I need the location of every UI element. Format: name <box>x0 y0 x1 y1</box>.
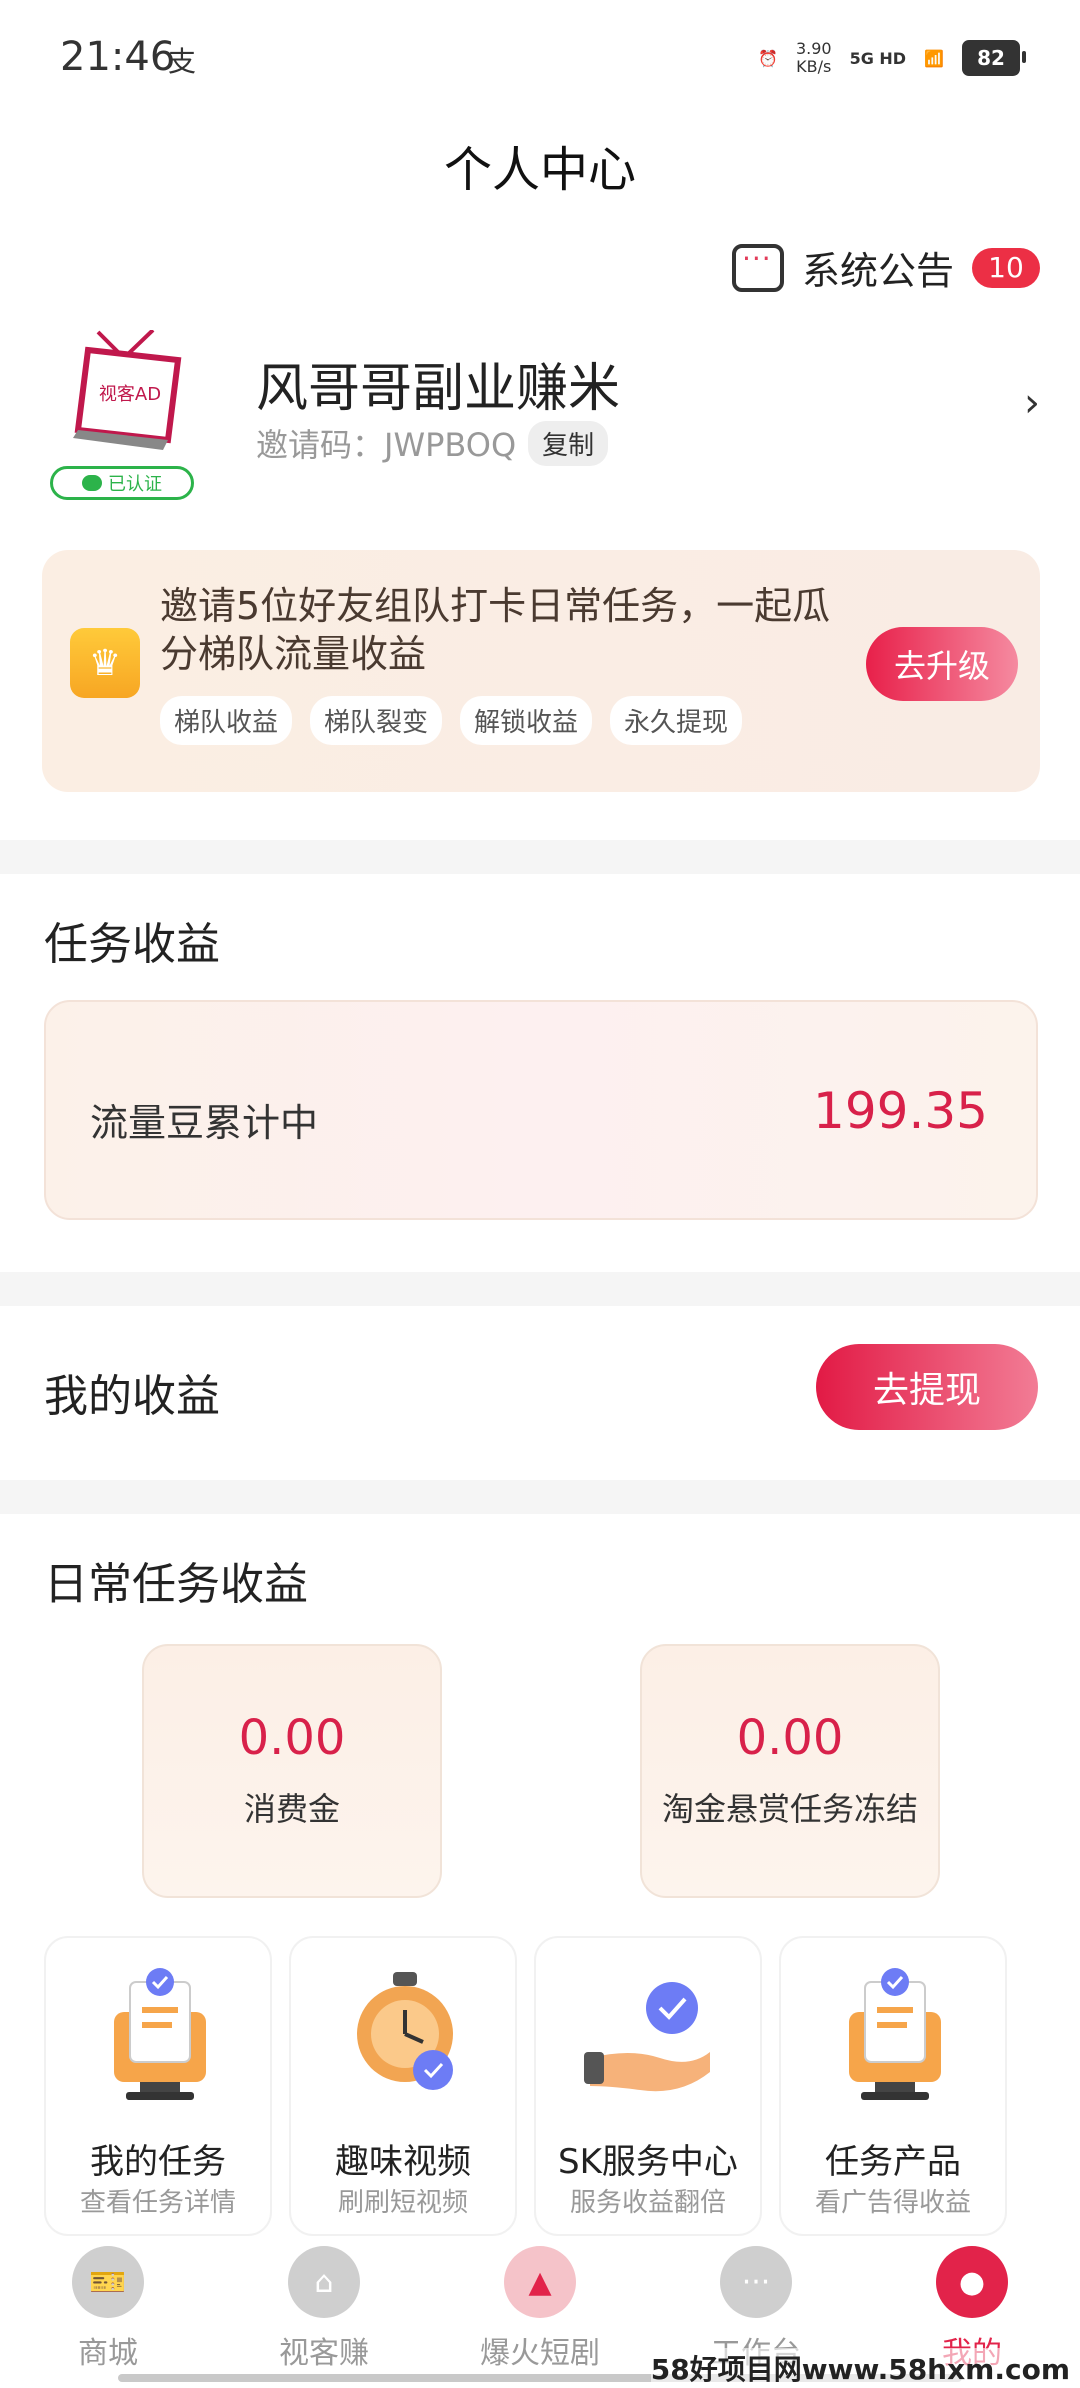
invite-row: 邀请码：JWPBOQ 复制 <box>256 420 609 466</box>
tile-title: 趣味视频 <box>335 2142 471 2182</box>
tile-sub: 刷刷短视频 <box>337 2188 468 2218</box>
clipboard-icon <box>849 1968 941 2100</box>
stat-value: 0.00 <box>736 1710 844 1766</box>
alarm-icon: ⏰ <box>758 48 778 68</box>
invite-code: 邀请码：JWPBOQ <box>256 426 517 464</box>
cap-icon: ⌂ <box>288 2246 360 2318</box>
username: 风哥哥副业赚米 <box>256 359 621 419</box>
tile-title: 我的任务 <box>90 2142 226 2182</box>
divider <box>0 1480 1080 1514</box>
page-title: 个人中心 <box>443 142 636 198</box>
divider <box>0 1272 1080 1306</box>
hand-check-icon <box>584 1982 710 2092</box>
nav-label: 商城 <box>78 2336 138 2371</box>
verified-badge: 已认证 <box>50 466 194 500</box>
tag: 梯队收益 <box>160 696 293 745</box>
daily-income-title: 日常任务收益 <box>44 1559 308 1610</box>
net-speed: 3.90 KB/s <box>795 39 832 76</box>
stopwatch-icon <box>357 1972 453 2090</box>
status-time: 21:46 <box>60 34 176 80</box>
tile-sub: 查看任务详情 <box>79 2188 236 2218</box>
avatar-logo-text: 视客AD <box>99 384 161 405</box>
tile-title: 任务产品 <box>825 2142 961 2182</box>
verified-label: 已认证 <box>108 474 162 495</box>
tag: 解锁收益 <box>460 696 593 745</box>
task-income-title: 任务收益 <box>44 919 220 970</box>
nav-short-drama[interactable]: ▲ 爆火短剧 <box>460 2246 620 2372</box>
stat-value: 0.00 <box>238 1710 346 1766</box>
stat-label: 消费金 <box>243 1790 340 1828</box>
withdraw-button[interactable]: 去提现 <box>816 1344 1038 1430</box>
card-icon: ▲ <box>504 2246 576 2318</box>
system-notice-button[interactable]: 系统公告 10 <box>731 240 1040 295</box>
tile-sub: 服务收益翻倍 <box>569 2188 726 2218</box>
stat-card-consume[interactable]: 0.00 消费金 <box>142 1644 442 1898</box>
flow-bean-value: 199.35 <box>813 1082 988 1140</box>
clipboard-icon <box>114 1968 206 2100</box>
my-income-title: 我的收益 <box>44 1371 220 1422</box>
upgrade-button[interactable]: 去升级 <box>866 627 1018 701</box>
stat-label: 淘金悬赏任务冻结 <box>661 1790 918 1828</box>
nav-shike-earn[interactable]: ⌂ 视客赚 <box>244 2246 404 2372</box>
tag: 梯队裂变 <box>310 696 443 745</box>
chevron-right-icon[interactable]: › <box>1024 380 1040 426</box>
nav-mall[interactable]: 🎫 商城 <box>28 2246 188 2372</box>
alipay-status-icon: 支 <box>168 45 197 78</box>
divider <box>0 840 1080 874</box>
upgrade-text: 邀请5位好友组队打卡日常任务，一起瓜分梯队流量收益 <box>160 584 831 676</box>
signal-icon: 5G HD <box>849 48 907 68</box>
tile-sk-service[interactable]: SK服务中心 服务收益翻倍 <box>534 1936 762 2236</box>
ticket-icon: 🎫 <box>72 2246 144 2318</box>
tile-sub: 看广告得收益 <box>814 2188 971 2218</box>
wifi-icon: 📶 <box>924 48 944 68</box>
stat-card-frozen[interactable]: 0.00 淘金悬赏任务冻结 <box>640 1644 940 1898</box>
person-icon: ● <box>936 2246 1008 2318</box>
tag: 永久提现 <box>610 696 743 745</box>
tile-fun-video[interactable]: 趣味视频 刷刷短视频 <box>289 1936 517 2236</box>
notice-badge: 10 <box>972 247 1040 288</box>
status-icons: ⏰ 3.90 KB/s 5G HD 📶 82 <box>758 39 1026 76</box>
flow-bean-label: 流量豆累计中 <box>90 1101 319 1145</box>
tile-title: SK服务中心 <box>558 2142 738 2182</box>
wechat-icon <box>82 475 102 491</box>
upgrade-tags: 梯队收益 梯队裂变 解锁收益 永久提现 <box>160 696 743 745</box>
nav-label: 视客赚 <box>279 2336 369 2371</box>
avatar[interactable]: 视客AD <box>58 330 208 470</box>
notice-label: 系统公告 <box>801 249 954 293</box>
message-icon <box>731 242 784 292</box>
copy-button[interactable]: 复制 <box>528 420 609 466</box>
crown-icon: ♛ <box>70 628 140 698</box>
battery-icon: 82 <box>962 40 1026 76</box>
watermark: 58好项目网www.58hxm.com <box>650 2348 1070 2388</box>
tile-task-products[interactable]: 任务产品 看广告得收益 <box>779 1936 1007 2236</box>
nav-label: 爆火短剧 <box>480 2336 600 2371</box>
tile-my-tasks[interactable]: 我的任务 查看任务详情 <box>44 1936 272 2236</box>
chat-icon: ··· <box>720 2246 792 2318</box>
